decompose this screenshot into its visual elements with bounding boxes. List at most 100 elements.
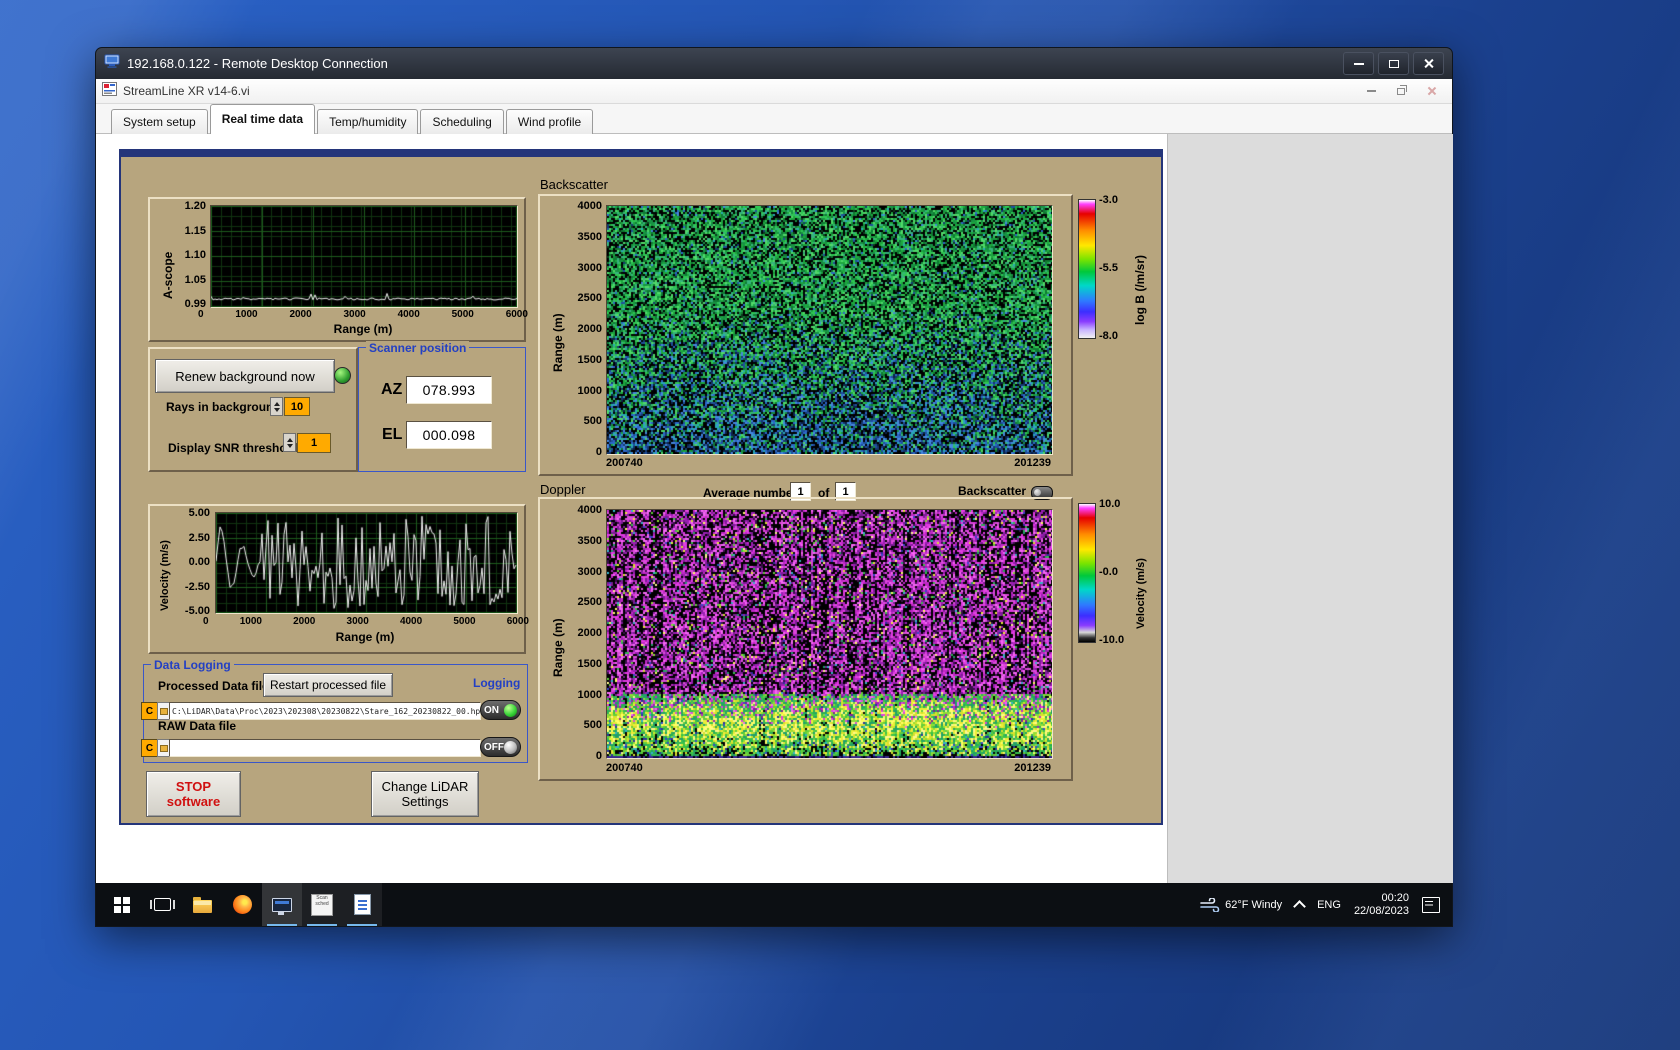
tick-label: 6000: [506, 616, 529, 627]
off-led-icon: [504, 740, 517, 754]
app-titlebar[interactable]: StreamLine XR v14-6.vi: [96, 79, 1452, 104]
backscatter-y-axis-label: Range (m): [551, 313, 565, 372]
language-indicator[interactable]: ENG: [1317, 899, 1341, 911]
firefox-button[interactable]: [222, 883, 262, 926]
tick-label: -3.0: [1099, 194, 1118, 206]
weather-widget[interactable]: 62°F Windy: [1200, 897, 1283, 912]
doppler-y-axis-label: Range (m): [551, 618, 565, 677]
tray-chevron-up-icon[interactable]: [1293, 900, 1306, 913]
raw-drive-button[interactable]: C: [141, 739, 158, 757]
ascope-x-axis: 0 1000 2000 3000 4000 5000 6000: [198, 309, 528, 320]
backscatter-colorbar-label: log B (/m/sr): [1133, 254, 1147, 325]
processed-path-field[interactable]: C:\LiDAR\Data\Proc\2023\202308\20230822\…: [169, 702, 481, 720]
tick-label: 3000: [346, 616, 369, 627]
rdp-close-button[interactable]: [1413, 52, 1444, 75]
backscatter-y-axis: 4000 3500 3000 2500 2000 1500 1000 500 0: [568, 200, 602, 458]
start-button[interactable]: [102, 883, 142, 926]
ascope-x-axis-label: Range (m): [333, 322, 393, 336]
renew-background-label: Renew background now: [175, 368, 315, 384]
scan-scheduler-app-button[interactable]: Scan sched: [302, 883, 342, 926]
app-right-gray-area: [1167, 134, 1453, 883]
firefox-icon: [232, 895, 252, 914]
app-restore-button[interactable]: [1386, 82, 1416, 101]
app-minimize-button[interactable]: [1356, 82, 1386, 101]
action-center-icon[interactable]: [1422, 896, 1440, 913]
restart-processed-file-button[interactable]: Restart processed file: [263, 673, 393, 697]
on-led-icon: [504, 703, 517, 717]
tab-system-setup[interactable]: System setup: [111, 109, 208, 134]
processed-logging-toggle[interactable]: ON: [480, 700, 521, 720]
streamline-app-button[interactable]: [262, 883, 302, 926]
weather-text: 62°F Windy: [1225, 898, 1283, 911]
of-number-value: 1: [842, 485, 849, 498]
taskbar-clock[interactable]: 00:20 22/08/2023: [1354, 892, 1409, 918]
doppler-colorbar-ticks: 10.0 -0.0 -10.0: [1099, 498, 1137, 646]
tick-label: 0: [595, 446, 602, 458]
notes-app-button[interactable]: [342, 883, 382, 926]
tick-label: 2000: [293, 616, 316, 627]
snr-value: 1: [310, 437, 318, 449]
rdp-window-title: 192.168.0.122 - Remote Desktop Connectio…: [127, 56, 388, 71]
el-value-field[interactable]: 000.098: [406, 421, 492, 449]
rays-value-field[interactable]: 10: [284, 397, 310, 416]
raw-path-field[interactable]: [169, 739, 481, 757]
tab-scheduling[interactable]: Scheduling: [420, 109, 504, 134]
remote-desktop-icon: [104, 54, 120, 74]
el-label: EL: [382, 426, 403, 443]
clock-date: 22/08/2023: [1353, 904, 1409, 917]
velocity-plot-canvas: [215, 512, 518, 614]
stop-software-button[interactable]: STOP software: [146, 771, 241, 817]
stop-software-label: STOP software: [166, 779, 221, 809]
backscatter-colorbar: [1078, 199, 1096, 339]
task-view-button[interactable]: [142, 883, 182, 926]
tab-wind-profile[interactable]: Wind profile: [505, 109, 594, 134]
tab-label: Temp/humidity: [329, 115, 407, 129]
background-status-led: [334, 367, 351, 384]
tick-label: 1.20: [184, 200, 206, 212]
rdp-minimize-button[interactable]: [1343, 52, 1374, 75]
ascope-plot-canvas: [210, 205, 518, 308]
backscatter-time-start: 200740: [606, 457, 643, 469]
velocity-y-axis: 5.00 2.50 0.00 -2.50 -5.00: [177, 507, 210, 617]
tick-label: 4000: [577, 200, 602, 212]
tick-label: 2000: [577, 627, 602, 639]
spin-up-icon: [273, 399, 280, 406]
snr-threshold-label: Display SNR threshold: [168, 441, 298, 455]
scan-scheduler-icon: Scan sched: [311, 893, 333, 916]
processed-drive-button[interactable]: C: [141, 702, 158, 720]
rdp-maximize-button[interactable]: [1378, 52, 1409, 75]
folder-icon: [159, 707, 168, 715]
file-explorer-button[interactable]: [182, 883, 222, 926]
doppler-title: Doppler: [540, 482, 586, 497]
wind-icon: [1200, 897, 1220, 912]
document-icon: [353, 894, 371, 915]
backscatter-heatmap-canvas: [606, 205, 1053, 455]
tab-label: Wind profile: [517, 115, 582, 129]
rays-spinner[interactable]: [270, 397, 283, 416]
windows-logo-icon: [114, 896, 130, 913]
renew-background-button[interactable]: Renew background now: [155, 359, 335, 393]
close-icon: [1423, 58, 1434, 69]
snr-value-field[interactable]: 1: [297, 433, 331, 453]
logging-label: Logging: [473, 676, 521, 690]
velocity-x-axis: 0 1000 2000 3000 4000 5000 6000: [203, 616, 529, 627]
app-close-button[interactable]: [1416, 82, 1446, 101]
tab-real-time-data[interactable]: Real time data: [209, 104, 316, 134]
tab-temp-humidity[interactable]: Temp/humidity: [317, 109, 419, 134]
rdp-titlebar[interactable]: 192.168.0.122 - Remote Desktop Connectio…: [96, 48, 1452, 79]
backscatter-title: Backscatter: [540, 177, 608, 192]
off-label: OFF: [484, 741, 504, 753]
change-lidar-settings-button[interactable]: Change LiDAR Settings: [371, 771, 479, 817]
az-value-field[interactable]: 078.993: [406, 376, 492, 404]
az-label: AZ: [381, 381, 403, 398]
scanner-position-title: Scanner position: [366, 341, 470, 355]
ascope-y-axis-label: A-scope: [161, 251, 175, 299]
minimize-icon: [1353, 62, 1364, 65]
raw-logging-toggle[interactable]: OFF: [480, 737, 521, 757]
snr-spinner[interactable]: [283, 433, 296, 452]
tick-label: 500: [583, 719, 602, 732]
spin-up-icon: [286, 435, 293, 442]
tick-label: 6000: [505, 309, 528, 320]
tick-label: 0: [198, 309, 204, 320]
on-label: ON: [484, 704, 499, 716]
